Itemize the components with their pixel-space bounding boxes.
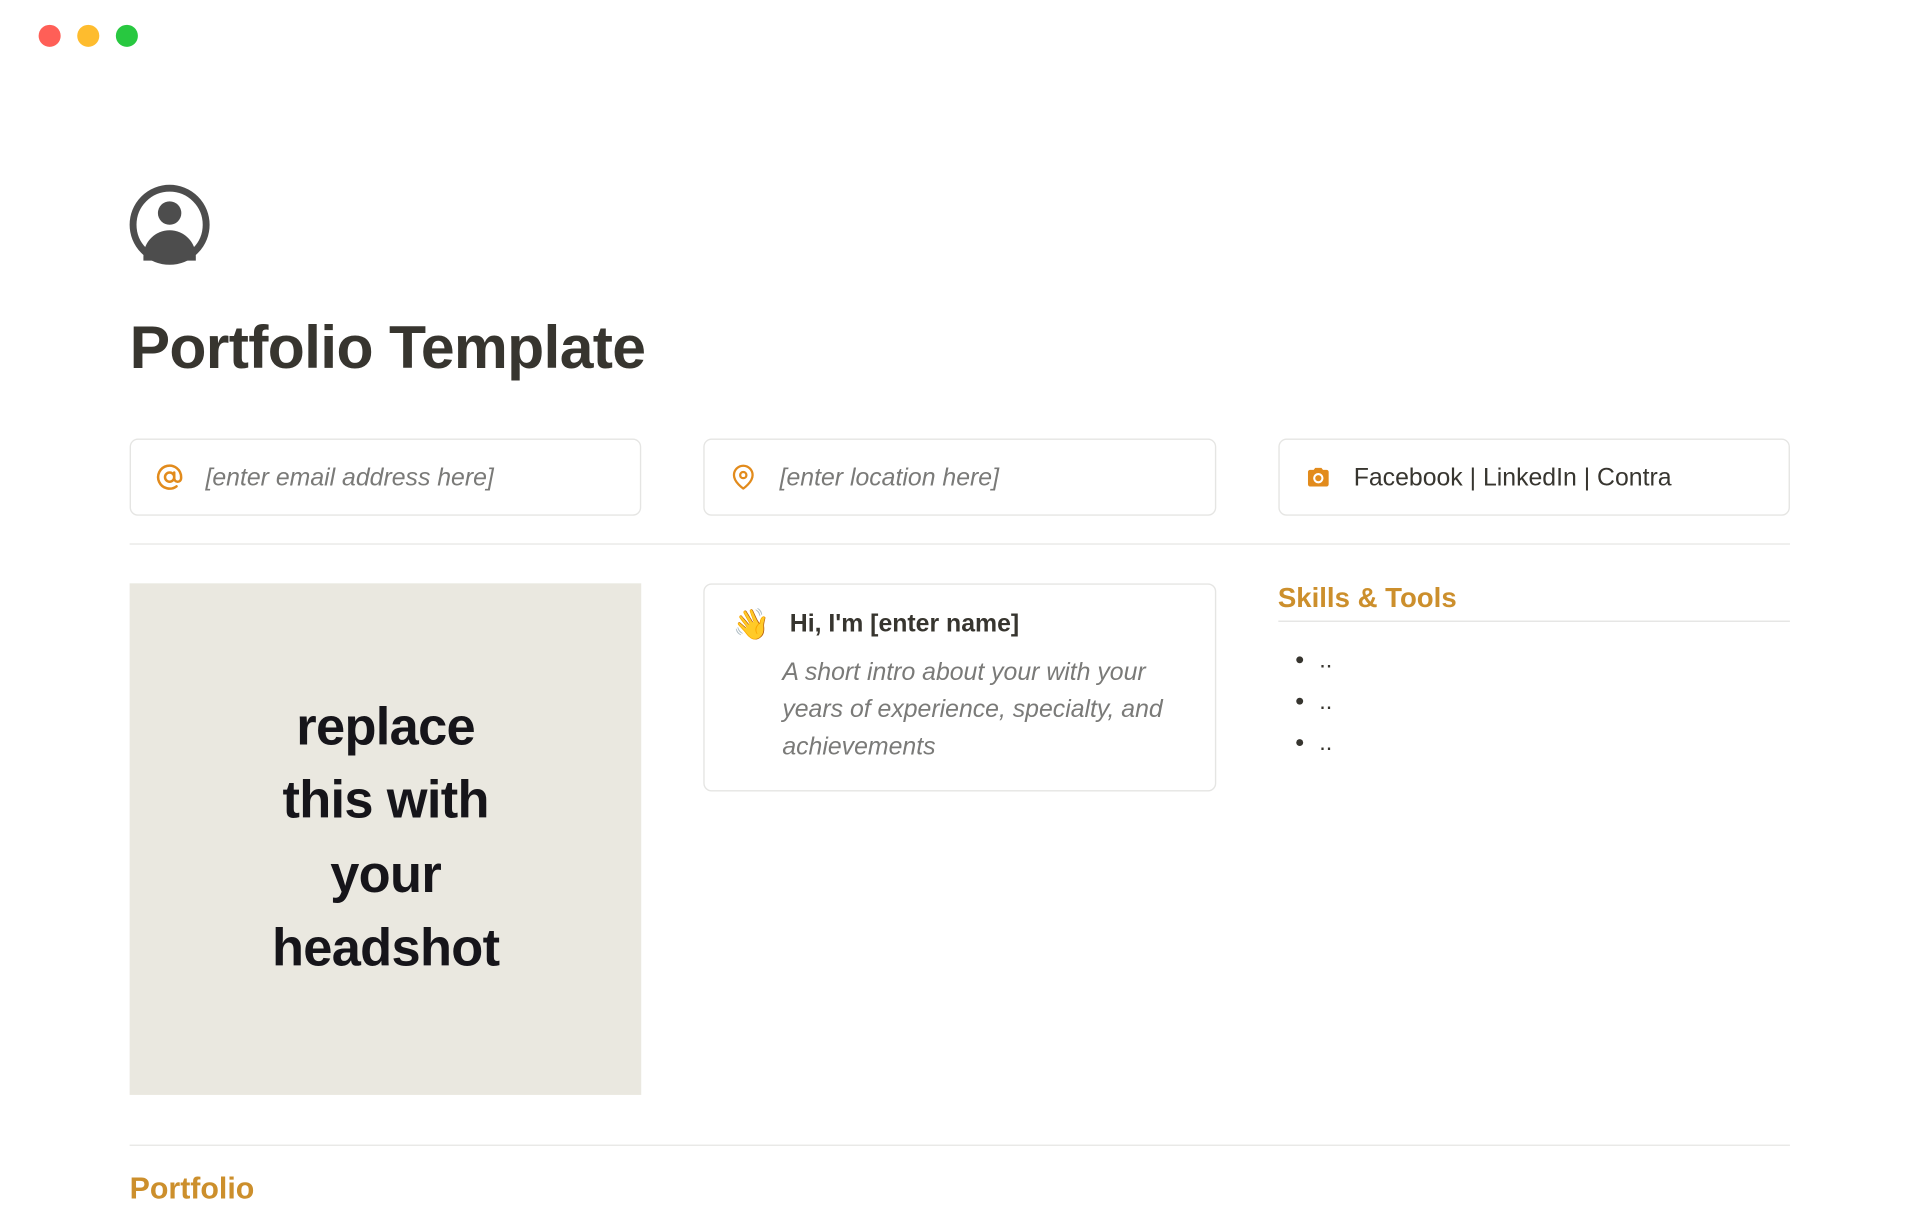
divider [130,543,1790,544]
page-avatar-icon[interactable] [130,185,210,265]
camera-icon [1304,463,1332,491]
location-placeholder-text: [enter location here] [780,463,999,492]
email-card[interactable]: [enter email address here] [130,439,642,516]
main-columns: replacethis withyourheadshot 👋 Hi, I'm [… [130,583,1790,1095]
at-icon [156,463,184,491]
intro-body-text: A short intro about your with your years… [782,654,1186,766]
wave-emoji-icon: 👋 [733,610,771,640]
location-card[interactable]: [enter location here] [704,439,1216,516]
fullscreen-window-button[interactable] [116,25,138,47]
list-item[interactable]: .. [1319,729,1790,757]
close-window-button[interactable] [39,25,61,47]
list-item[interactable]: .. [1319,647,1790,675]
headshot-placeholder-image[interactable]: replacethis withyourheadshot [130,583,642,1095]
skills-column: Skills & Tools .. .. .. [1278,583,1790,771]
list-item[interactable]: .. [1319,688,1790,716]
intro-card[interactable]: 👋 Hi, I'm [enter name] A short intro abo… [704,583,1216,791]
email-placeholder-text: [enter email address here] [205,463,493,492]
skills-list[interactable]: .. .. .. [1278,647,1790,757]
social-card[interactable]: Facebook | LinkedIn | Contra [1278,439,1790,516]
page-content: Portfolio Template [enter email address … [0,47,1920,1207]
location-pin-icon [730,463,758,491]
headshot-placeholder-text: replacethis withyourheadshot [272,693,499,986]
contact-row: [enter email address here] [enter locati… [130,439,1790,516]
intro-heading: Hi, I'm [enter name] [790,610,1019,639]
minimize-window-button[interactable] [77,25,99,47]
page-title[interactable]: Portfolio Template [130,314,1790,383]
divider [130,1145,1790,1146]
social-links-text: Facebook | LinkedIn | Contra [1354,463,1672,492]
portfolio-heading[interactable]: Portfolio [130,1171,1790,1207]
window-traffic-lights [0,0,1920,47]
skills-heading[interactable]: Skills & Tools [1278,583,1790,615]
skills-underline [1278,621,1790,622]
